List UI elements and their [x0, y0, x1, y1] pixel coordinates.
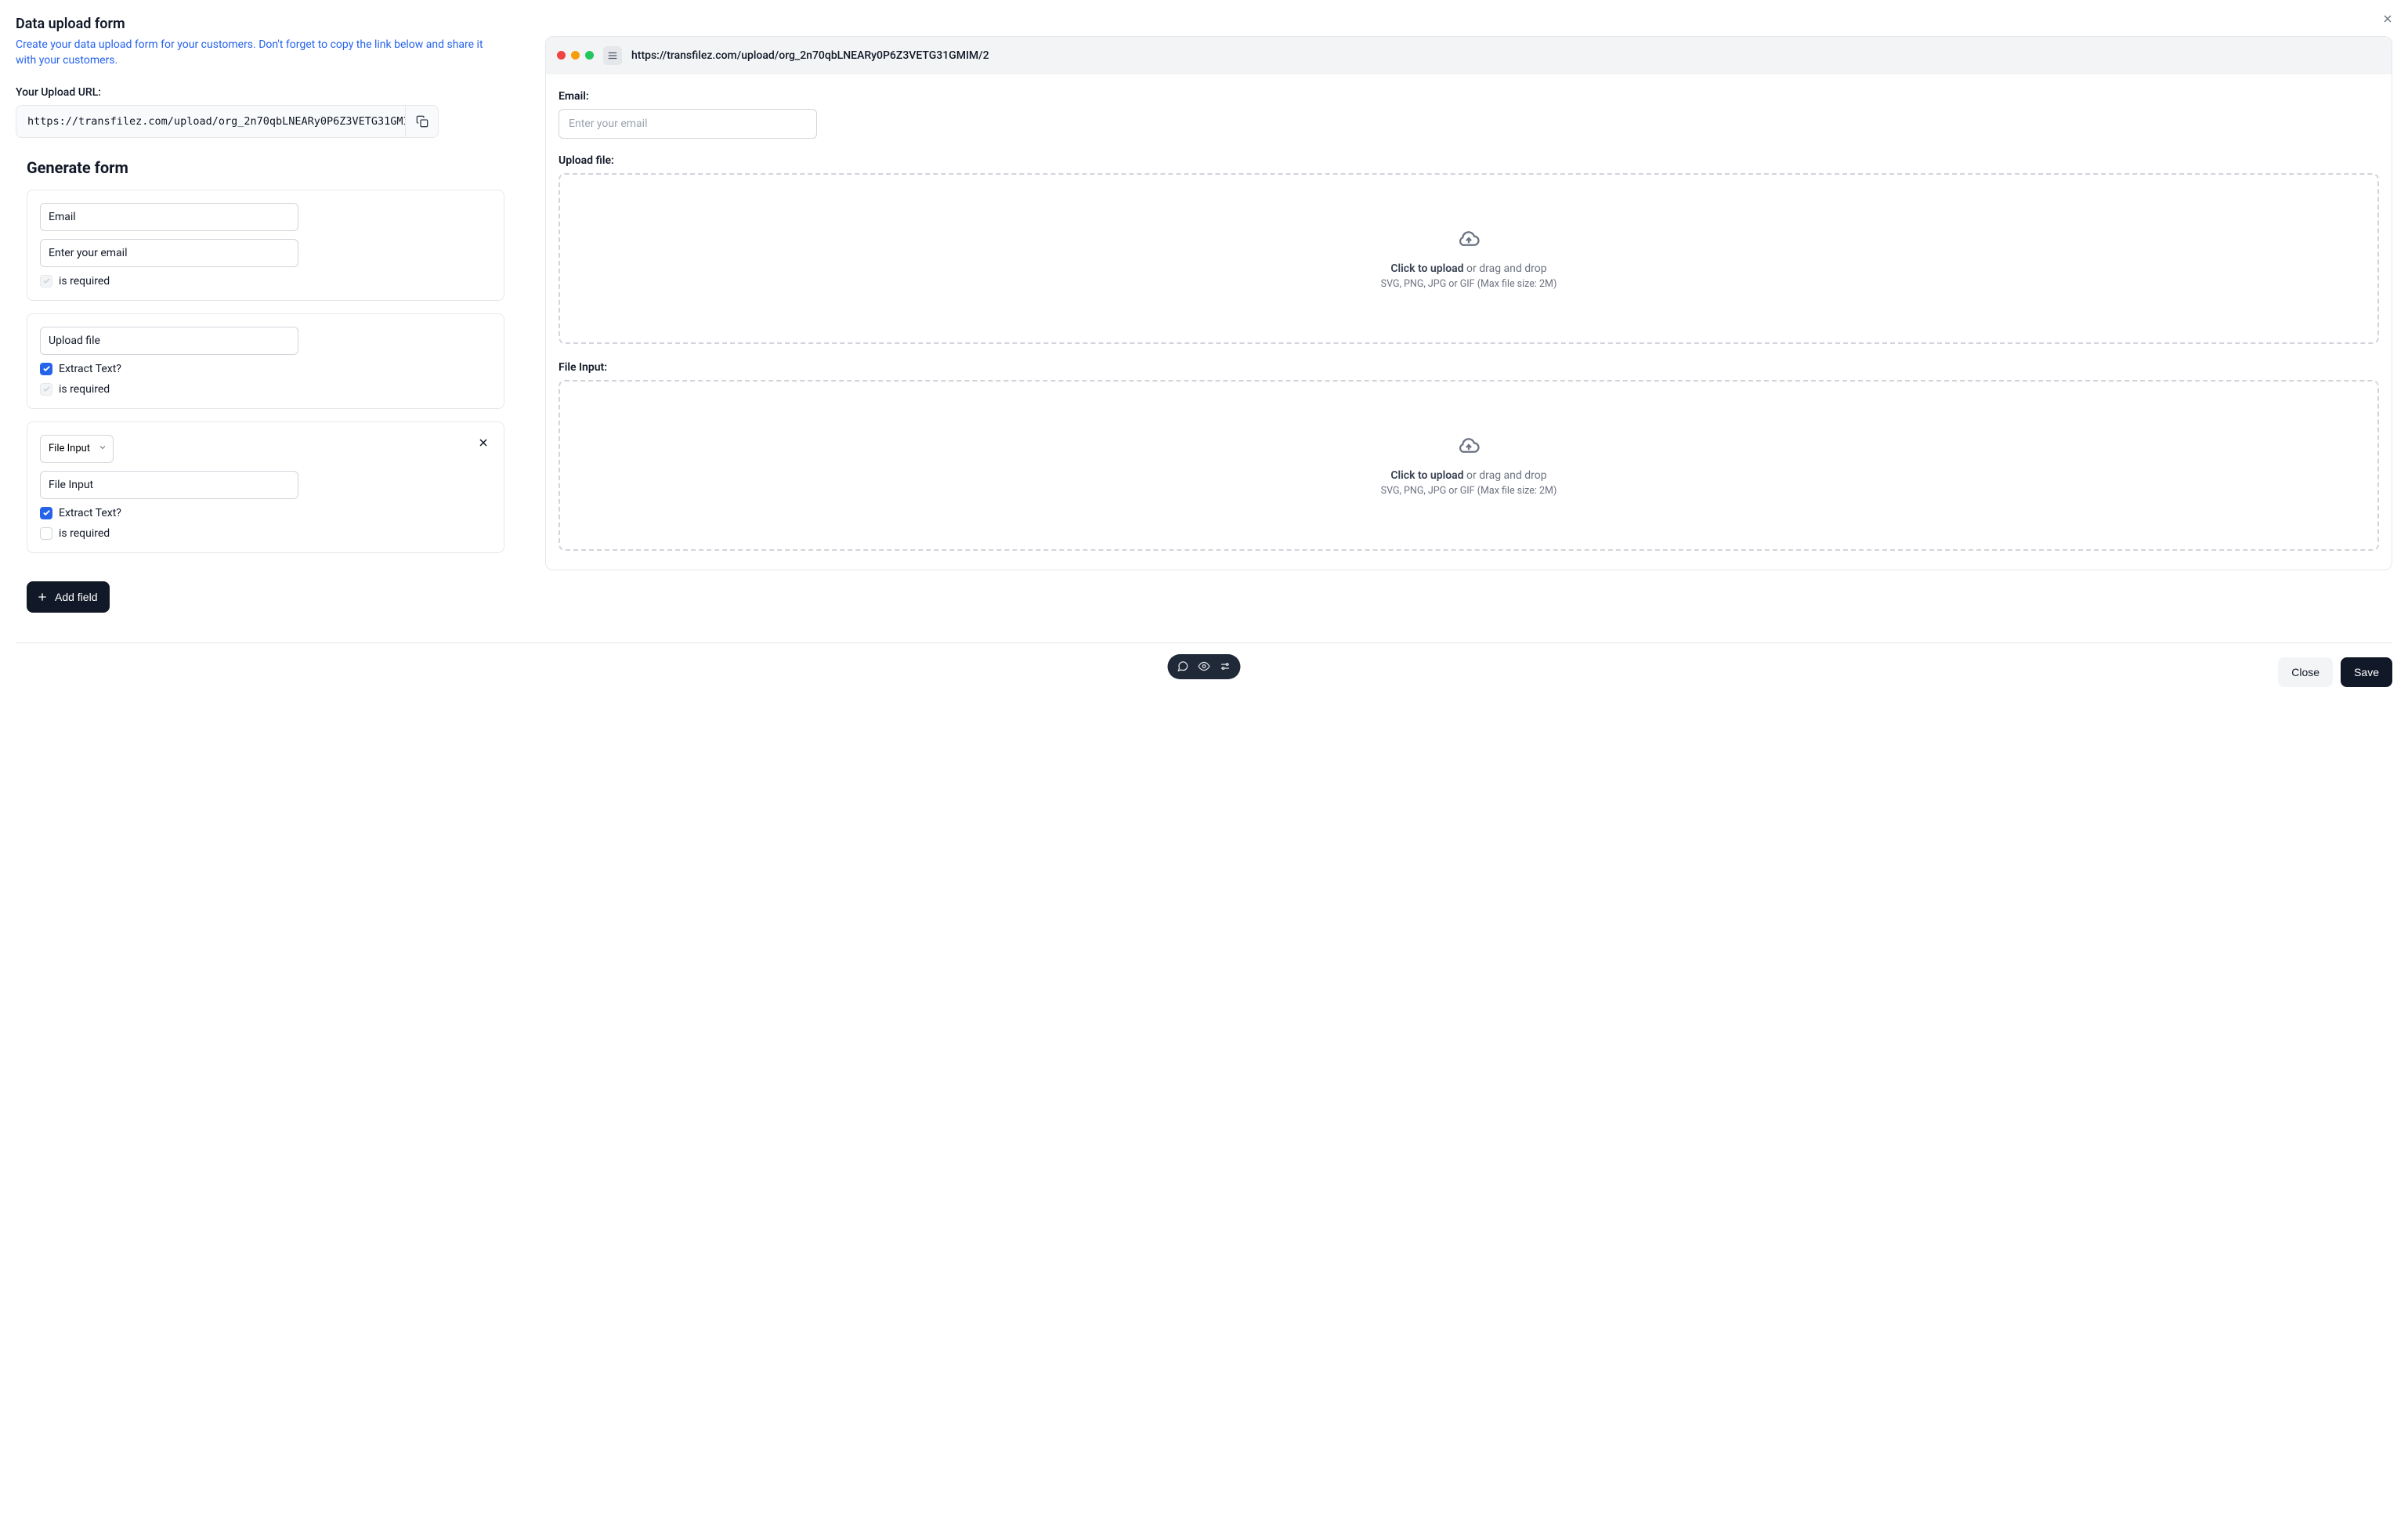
- dropzone-text: Click to upload or drag and drop: [1390, 262, 1546, 275]
- preview-email-input[interactable]: [559, 109, 817, 139]
- extract-text-label: Extract Text?: [59, 507, 121, 519]
- delete-field-button[interactable]: [477, 436, 490, 452]
- required-label: is required: [59, 275, 110, 288]
- close-icon: [477, 436, 490, 449]
- copy-button[interactable]: [405, 106, 438, 137]
- field-card: File Input Extract Text?: [27, 421, 504, 553]
- field-type-select[interactable]: File Input: [40, 435, 114, 463]
- field-label-input[interactable]: [40, 327, 298, 355]
- preview-toolbar: https://transfilez.com/upload/org_2n70qb…: [546, 37, 2392, 74]
- upload-url-box: https://transfilez.com/upload/org_2n70qb…: [16, 105, 439, 138]
- preview-url: https://transfilez.com/upload/org_2n70qb…: [631, 49, 989, 62]
- add-field-button[interactable]: Add field: [27, 581, 110, 613]
- required-label: is required: [59, 383, 110, 396]
- cloud-upload-icon: [1457, 433, 1481, 460]
- dropzone[interactable]: Click to upload or drag and drop SVG, PN…: [559, 380, 2379, 551]
- eye-icon[interactable]: [1199, 660, 1210, 672]
- close-icon[interactable]: [2381, 13, 2394, 28]
- generate-form-heading: Generate form: [27, 158, 517, 177]
- extract-text-checkbox[interactable]: [40, 507, 52, 519]
- floating-toolbar[interactable]: [1168, 654, 1241, 679]
- preview-email-label: Email:: [559, 90, 2379, 103]
- required-checkbox: [40, 383, 52, 396]
- add-field-label: Add field: [55, 591, 97, 603]
- dropzone[interactable]: Click to upload or drag and drop SVG, PN…: [559, 173, 2379, 344]
- window-dots: [557, 51, 594, 60]
- preview-upload-label: Upload file:: [559, 154, 2379, 167]
- field-card: is required: [27, 190, 504, 301]
- required-label: is required: [59, 527, 110, 540]
- required-checkbox[interactable]: [40, 527, 52, 540]
- settings-icon[interactable]: [1220, 660, 1231, 672]
- dropzone-text: Click to upload or drag and drop: [1390, 469, 1546, 482]
- extract-text-checkbox[interactable]: [40, 363, 52, 375]
- upload-url-label: Your Upload URL:: [16, 86, 517, 99]
- preview-fileinput-label: File Input:: [559, 361, 2379, 374]
- extract-text-label: Extract Text?: [59, 363, 121, 375]
- required-checkbox: [40, 275, 52, 288]
- page-description: Create your data upload form for your cu…: [16, 37, 501, 69]
- dropzone-hint: SVG, PNG, JPG or GIF (Max file size: 2M): [1381, 278, 1557, 290]
- upload-url-text: https://transfilez.com/upload/org_2n70qb…: [16, 115, 405, 128]
- plus-icon: [36, 591, 49, 603]
- field-label-input[interactable]: [40, 471, 298, 499]
- cloud-upload-icon: [1457, 226, 1481, 253]
- field-label-input[interactable]: [40, 203, 298, 231]
- chat-icon[interactable]: [1177, 660, 1189, 672]
- dropzone-hint: SVG, PNG, JPG or GIF (Max file size: 2M): [1381, 485, 1557, 497]
- field-placeholder-input[interactable]: [40, 239, 298, 267]
- menu-icon[interactable]: [603, 46, 622, 65]
- field-card: Extract Text? is required: [27, 313, 504, 409]
- copy-icon: [416, 115, 428, 128]
- preview-panel: https://transfilez.com/upload/org_2n70qb…: [545, 36, 2392, 570]
- close-button[interactable]: Close: [2278, 657, 2333, 687]
- save-button[interactable]: Save: [2341, 657, 2392, 687]
- page-title: Data upload form: [16, 16, 2392, 32]
